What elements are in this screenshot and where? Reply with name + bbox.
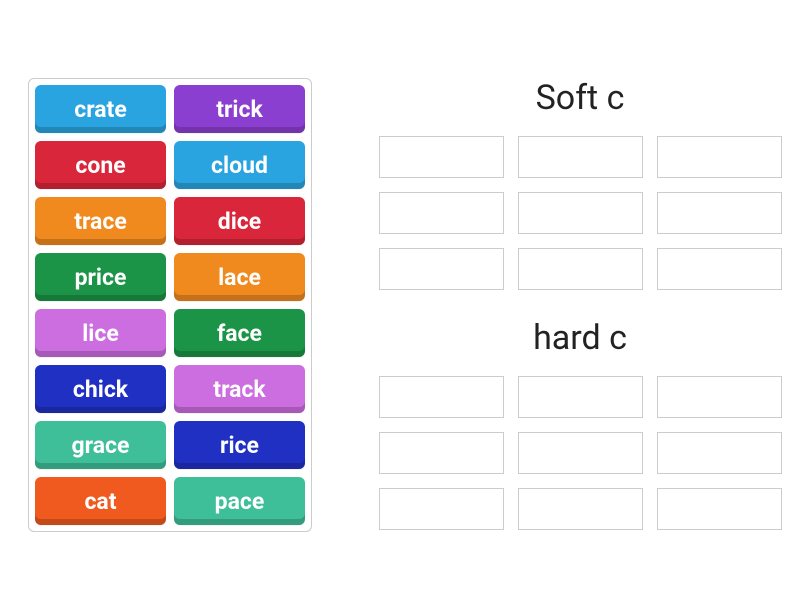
drop-slot[interactable] xyxy=(518,432,643,474)
word-tile-crate[interactable]: crate xyxy=(35,85,166,133)
word-tile-lace[interactable]: lace xyxy=(174,253,305,301)
group-hard-c: hard c xyxy=(360,318,800,530)
word-tile-chick[interactable]: chick xyxy=(35,365,166,413)
group-title: Soft c xyxy=(360,78,800,118)
group-title: hard c xyxy=(360,318,800,358)
word-tile-dice[interactable]: dice xyxy=(174,197,305,245)
word-tile-trick[interactable]: trick xyxy=(174,85,305,133)
activity-stage: cratetrickconecloudtracedicepricelacelic… xyxy=(0,0,800,558)
tile-bank: cratetrickconecloudtracedicepricelacelic… xyxy=(28,78,312,532)
drop-slot[interactable] xyxy=(518,192,643,234)
group-soft-c: Soft c xyxy=(360,78,800,290)
dropzone[interactable] xyxy=(360,376,800,530)
drop-slot[interactable] xyxy=(379,488,504,530)
drop-slot[interactable] xyxy=(657,488,782,530)
drop-groups: Soft c hard c xyxy=(360,78,800,558)
drop-slot[interactable] xyxy=(518,488,643,530)
drop-slot[interactable] xyxy=(657,376,782,418)
drop-slot[interactable] xyxy=(379,376,504,418)
word-tile-track[interactable]: track xyxy=(174,365,305,413)
drop-slot[interactable] xyxy=(379,136,504,178)
word-tile-trace[interactable]: trace xyxy=(35,197,166,245)
word-tile-grace[interactable]: grace xyxy=(35,421,166,469)
word-tile-cone[interactable]: cone xyxy=(35,141,166,189)
word-tile-price[interactable]: price xyxy=(35,253,166,301)
word-tile-cat[interactable]: cat xyxy=(35,477,166,525)
drop-slot[interactable] xyxy=(657,136,782,178)
word-tile-cloud[interactable]: cloud xyxy=(174,141,305,189)
word-tile-lice[interactable]: lice xyxy=(35,309,166,357)
drop-slot[interactable] xyxy=(518,376,643,418)
dropzone[interactable] xyxy=(360,136,800,290)
drop-slot[interactable] xyxy=(379,248,504,290)
drop-slot[interactable] xyxy=(518,248,643,290)
drop-slot[interactable] xyxy=(518,136,643,178)
word-tile-face[interactable]: face xyxy=(174,309,305,357)
drop-slot[interactable] xyxy=(657,248,782,290)
drop-slot[interactable] xyxy=(379,432,504,474)
drop-slot[interactable] xyxy=(657,432,782,474)
word-tile-rice[interactable]: rice xyxy=(174,421,305,469)
drop-slot[interactable] xyxy=(379,192,504,234)
word-tile-pace[interactable]: pace xyxy=(174,477,305,525)
drop-slot[interactable] xyxy=(657,192,782,234)
